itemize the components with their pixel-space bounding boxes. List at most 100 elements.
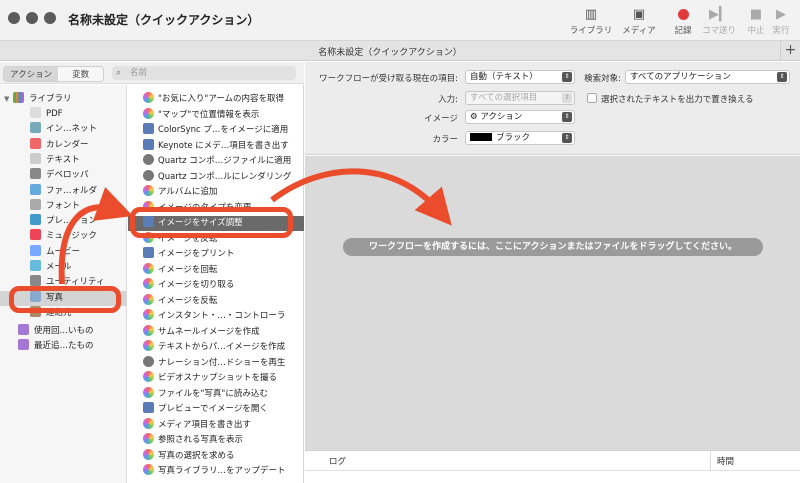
- library-item[interactable]: フォント: [0, 198, 127, 214]
- library-item[interactable]: PDF: [0, 107, 127, 122]
- library-item-label: ファ…ォルダ: [46, 185, 98, 196]
- library-root[interactable]: ▼ ライブラリ: [0, 92, 127, 107]
- automator-window: 名称未設定（クイックアクション） ▥ ライブラリ ▣ メディア 記録 ▶▎ コマ…: [0, 0, 800, 483]
- action-item[interactable]: ColorSync プ…をイメージに適用: [128, 123, 304, 138]
- library-item[interactable]: プレ…ション: [0, 214, 127, 229]
- action-item[interactable]: Quartz コンポ…ジファイルに適用: [128, 154, 304, 169]
- search-target-value: すべてのアプリケーション: [630, 72, 731, 82]
- new-tab-button[interactable]: +: [780, 41, 800, 61]
- action-item-label: インスタント・…・コントローラ: [158, 311, 286, 321]
- library-root-label: ライブラリ: [29, 94, 72, 104]
- zoom-window-button[interactable]: [44, 12, 56, 24]
- library-item[interactable]: デベロッパ: [0, 168, 127, 183]
- library-item[interactable]: メール: [0, 260, 127, 275]
- library-item-label: PDF: [46, 109, 63, 119]
- action-item[interactable]: インスタント・…・コントローラ: [128, 309, 304, 324]
- document-tab[interactable]: 名称未設定（クイックアクション）: [0, 45, 780, 58]
- action-item-label: 写真ライブラリ…をアップデート: [158, 466, 286, 476]
- log-column-header[interactable]: ログ: [329, 455, 346, 467]
- action-icon: [143, 417, 154, 429]
- library-item[interactable]: ミュージック: [0, 229, 127, 244]
- category-icon: [30, 198, 41, 210]
- library-item-label: イン…ネット: [46, 124, 98, 135]
- library-segmented-control: アクション 変数: [3, 66, 105, 82]
- action-icon: [143, 464, 154, 475]
- input-type-popup[interactable]: 自動（テキスト） ⇕: [465, 70, 575, 84]
- close-window-button[interactable]: [8, 12, 20, 24]
- library-item-label: ムービー: [46, 246, 81, 257]
- library-item[interactable]: イン…ネット: [0, 122, 127, 137]
- action-item[interactable]: ファイルを"写真"に読み込む: [128, 386, 304, 402]
- log-panel: ログ 時間: [305, 450, 800, 483]
- tab-actions[interactable]: アクション: [4, 67, 59, 81]
- annotation-photo-highlight: [9, 286, 121, 313]
- action-icon: [143, 278, 154, 289]
- library-item[interactable]: テキスト: [0, 152, 127, 168]
- action-item[interactable]: プレビューでイメージを開く: [128, 402, 304, 417]
- action-icon: [143, 293, 154, 305]
- column-divider: [710, 451, 711, 471]
- action-item[interactable]: サムネールイメージを作成: [128, 324, 304, 340]
- action-item[interactable]: メディア項目を書き出す: [128, 417, 304, 433]
- search-icon: ⌕: [116, 68, 122, 78]
- smart-group-item[interactable]: 最近追…たもの: [0, 339, 127, 354]
- action-item-label: プレビューでイメージを開く: [158, 404, 268, 414]
- action-item[interactable]: 写真ライブラリ…をアップデート: [128, 464, 304, 479]
- action-item[interactable]: ナレーション付…ドショーを再生: [128, 355, 304, 371]
- entry-popup[interactable]: すべての選択項目 ⇕: [465, 91, 575, 105]
- category-icon: [30, 122, 41, 134]
- tab-variables[interactable]: 変数: [58, 67, 103, 81]
- action-item[interactable]: イメージを回転: [128, 262, 304, 278]
- action-list: "お気に入り"アームの内容を取得 "マップ"で位置情報を表示 ColorSync プ…: [128, 85, 304, 483]
- action-icon: [143, 371, 154, 382]
- action-item[interactable]: ビデオスナップショットを撮る: [128, 371, 304, 386]
- search-target-popup[interactable]: すべてのアプリケーション ⇕: [625, 70, 790, 84]
- action-item-label: Keynote にメデ…項目を書き出す: [158, 140, 289, 151]
- library-button[interactable]: ▥ ライブラリ: [566, 6, 616, 36]
- action-icon: [143, 340, 154, 351]
- smart-group-label: 使用回…いもの: [34, 326, 94, 336]
- library-item[interactable]: ファ…ォルダ: [0, 183, 127, 199]
- workflow-canvas[interactable]: [305, 156, 800, 450]
- smart-group-item[interactable]: 使用回…いもの: [0, 324, 127, 339]
- library-item[interactable]: カレンダー: [0, 137, 127, 153]
- action-item[interactable]: 写真の選択を求める: [128, 448, 304, 464]
- action-item[interactable]: イメージをプリント: [128, 247, 304, 262]
- image-label: イメージ: [424, 114, 458, 124]
- action-item-label: ナレーション付…ドショーを再生: [158, 357, 286, 368]
- action-item-label: テキストからパ…イメージを作成: [158, 342, 286, 352]
- action-item[interactable]: イメージを切り取る: [128, 278, 304, 293]
- action-item-label: 写真の選択を求める: [158, 450, 235, 461]
- action-item[interactable]: イメージを反転: [128, 293, 304, 309]
- action-item[interactable]: "マップ"で位置情報を表示: [128, 107, 304, 123]
- category-icon: [30, 183, 41, 195]
- media-button[interactable]: ▣ メディア: [614, 6, 664, 36]
- library-item-label: テキスト: [46, 154, 80, 165]
- run-button[interactable]: ▶ 実行: [759, 6, 800, 36]
- category-icon: [30, 244, 41, 256]
- action-item[interactable]: 参照される写真を表示: [128, 433, 304, 448]
- smart-folder-icon: [18, 339, 29, 351]
- color-value: ブラック: [496, 133, 531, 143]
- action-item[interactable]: テキストからパ…イメージを作成: [128, 340, 304, 355]
- smart-folder-icon: [18, 324, 29, 335]
- window-controls: [8, 12, 56, 24]
- time-column-header[interactable]: 時間: [717, 455, 734, 467]
- image-popup[interactable]: ⚙ アクション ⇕: [465, 110, 575, 124]
- replace-text-checkbox[interactable]: [587, 93, 597, 103]
- action-icon: [143, 247, 154, 258]
- minimize-window-button[interactable]: [26, 12, 38, 24]
- action-item[interactable]: "お気に入り"アームの内容を取得: [128, 92, 304, 107]
- action-item-label: "マップ"で位置情報を表示: [158, 109, 260, 120]
- action-item[interactable]: アルバムに追加: [128, 185, 304, 200]
- media-label: メディア: [622, 26, 656, 36]
- action-search-input[interactable]: ⌕ 名前: [112, 66, 296, 80]
- action-item[interactable]: Quartz コンポ…ルにレンダリング: [128, 169, 304, 185]
- library-item[interactable]: ムービー: [0, 244, 127, 260]
- action-icon: [143, 169, 154, 181]
- action-icon: [143, 433, 154, 444]
- library-item-label: ミュージック: [46, 231, 97, 242]
- color-popup[interactable]: ブラック ⇕: [465, 131, 575, 145]
- action-item[interactable]: Keynote にメデ…項目を書き出す: [128, 138, 304, 154]
- color-label: カラー: [432, 135, 458, 145]
